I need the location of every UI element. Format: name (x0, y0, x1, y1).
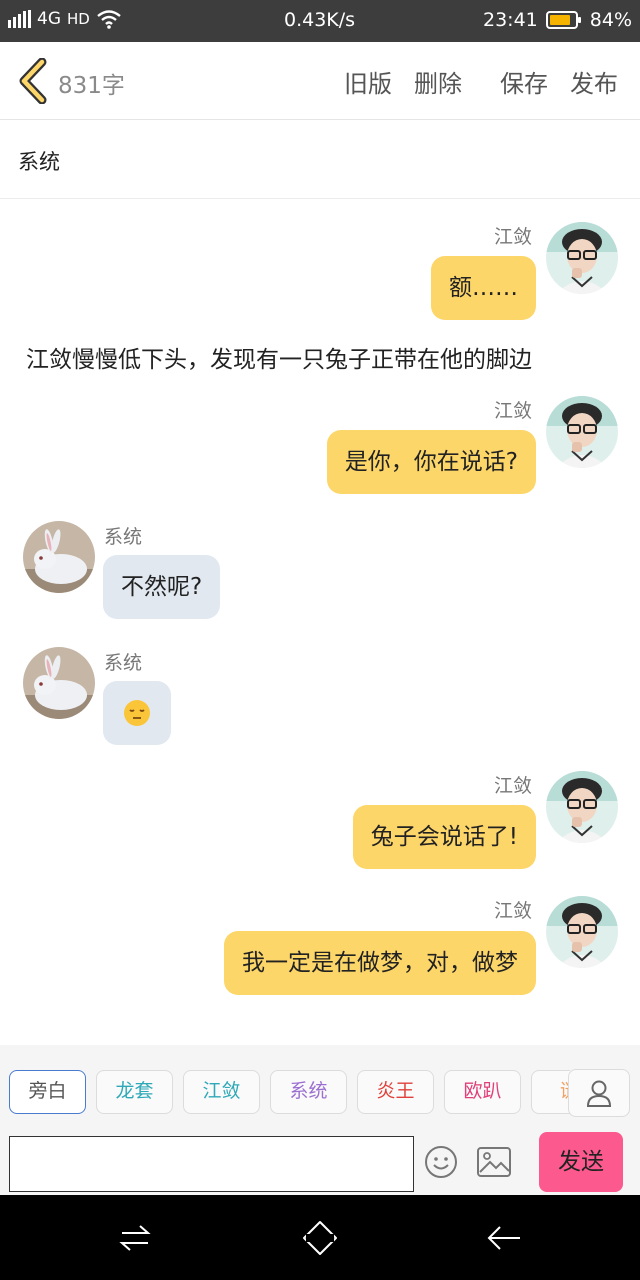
battery-icon (545, 11, 581, 29)
message-bubble[interactable]: 兔子会说话了! (352, 805, 536, 869)
sender-name: 江敛 (494, 400, 533, 422)
role-selector: 旁白 龙套 江敛 系统 炎王 欧趴 谜 (0, 1070, 570, 1116)
signal-icon (8, 10, 31, 28)
avatar (23, 521, 95, 593)
avatar (546, 222, 618, 294)
role-chip[interactable]: 谜 (531, 1070, 570, 1114)
avatar (23, 647, 95, 719)
system-nav-bar (0, 1195, 640, 1280)
clock: 23:41 (483, 9, 538, 31)
editor-toolbar: 831字 旧版 删除 保存 发布 (0, 42, 640, 120)
chapter-title: 系统 (18, 150, 60, 174)
role-chip[interactable]: 龙套 (96, 1070, 173, 1114)
role-chip[interactable]: 江敛 (183, 1070, 260, 1114)
sender-name: 江敛 (494, 226, 533, 248)
word-count: 831字 (58, 73, 125, 99)
role-chip-narrator[interactable]: 旁白 (9, 1070, 86, 1114)
back-icon[interactable] (486, 1221, 522, 1255)
emoji-message-bubble[interactable] (103, 681, 171, 745)
manage-roles-button[interactable] (568, 1069, 630, 1117)
back-chevron-icon[interactable] (16, 58, 50, 104)
wifi-icon (97, 10, 121, 29)
message-bubble[interactable]: 额…… (431, 256, 536, 320)
image-icon[interactable] (476, 1146, 512, 1178)
message-bubble[interactable]: 我一定是在做梦，对，做梦 (224, 931, 536, 995)
role-chip[interactable]: 系统 (270, 1070, 347, 1114)
role-chip[interactable]: 欧趴 (444, 1070, 521, 1114)
message-input[interactable] (9, 1136, 414, 1192)
delete-button[interactable]: 删除 (414, 64, 462, 99)
sender-name: 江敛 (494, 775, 533, 797)
send-button[interactable]: 发送 (539, 1132, 623, 1192)
publish-button[interactable]: 发布 (570, 64, 618, 99)
person-icon (586, 1080, 612, 1107)
old-version-button[interactable]: 旧版 (344, 64, 392, 99)
role-chip[interactable]: 炎王 (357, 1070, 434, 1114)
avatar (546, 396, 618, 468)
sender-name: 江敛 (494, 900, 533, 922)
network-speed: 0.43K/s (284, 9, 356, 31)
message-bubble[interactable]: 是你，你在说话? (326, 430, 536, 494)
expressionless-face-icon (124, 700, 150, 726)
sender-name: 系统 (104, 652, 143, 674)
save-button[interactable]: 保存 (500, 64, 548, 99)
message-bubble[interactable]: 不然呢? (103, 555, 221, 619)
home-icon[interactable] (301, 1219, 339, 1257)
battery-percent: 84% (589, 9, 632, 31)
status-bar: 4G HD 0.43K/s 23:41 84% (0, 0, 640, 42)
emoji-icon[interactable] (424, 1145, 458, 1179)
menu-switch-icon[interactable] (118, 1221, 152, 1255)
compose-panel: 旁白 龙套 江敛 系统 炎王 欧趴 谜 发送 (0, 1045, 640, 1195)
chapter-title-field[interactable]: 系统 (0, 121, 640, 199)
network-type: 4G (37, 9, 61, 29)
avatar (546, 771, 618, 843)
avatar (546, 896, 618, 968)
narration-text[interactable]: 江敛慢慢低下头，发现有一只兔子正带在他的脚边 (26, 340, 532, 374)
chat-area[interactable]: 江敛 额…… 江敛慢慢低下头，发现有一只兔子正带在他的脚边 江敛 是你，你在说话… (0, 200, 640, 1045)
hd-indicator: HD (67, 10, 90, 28)
sender-name: 系统 (104, 526, 143, 548)
